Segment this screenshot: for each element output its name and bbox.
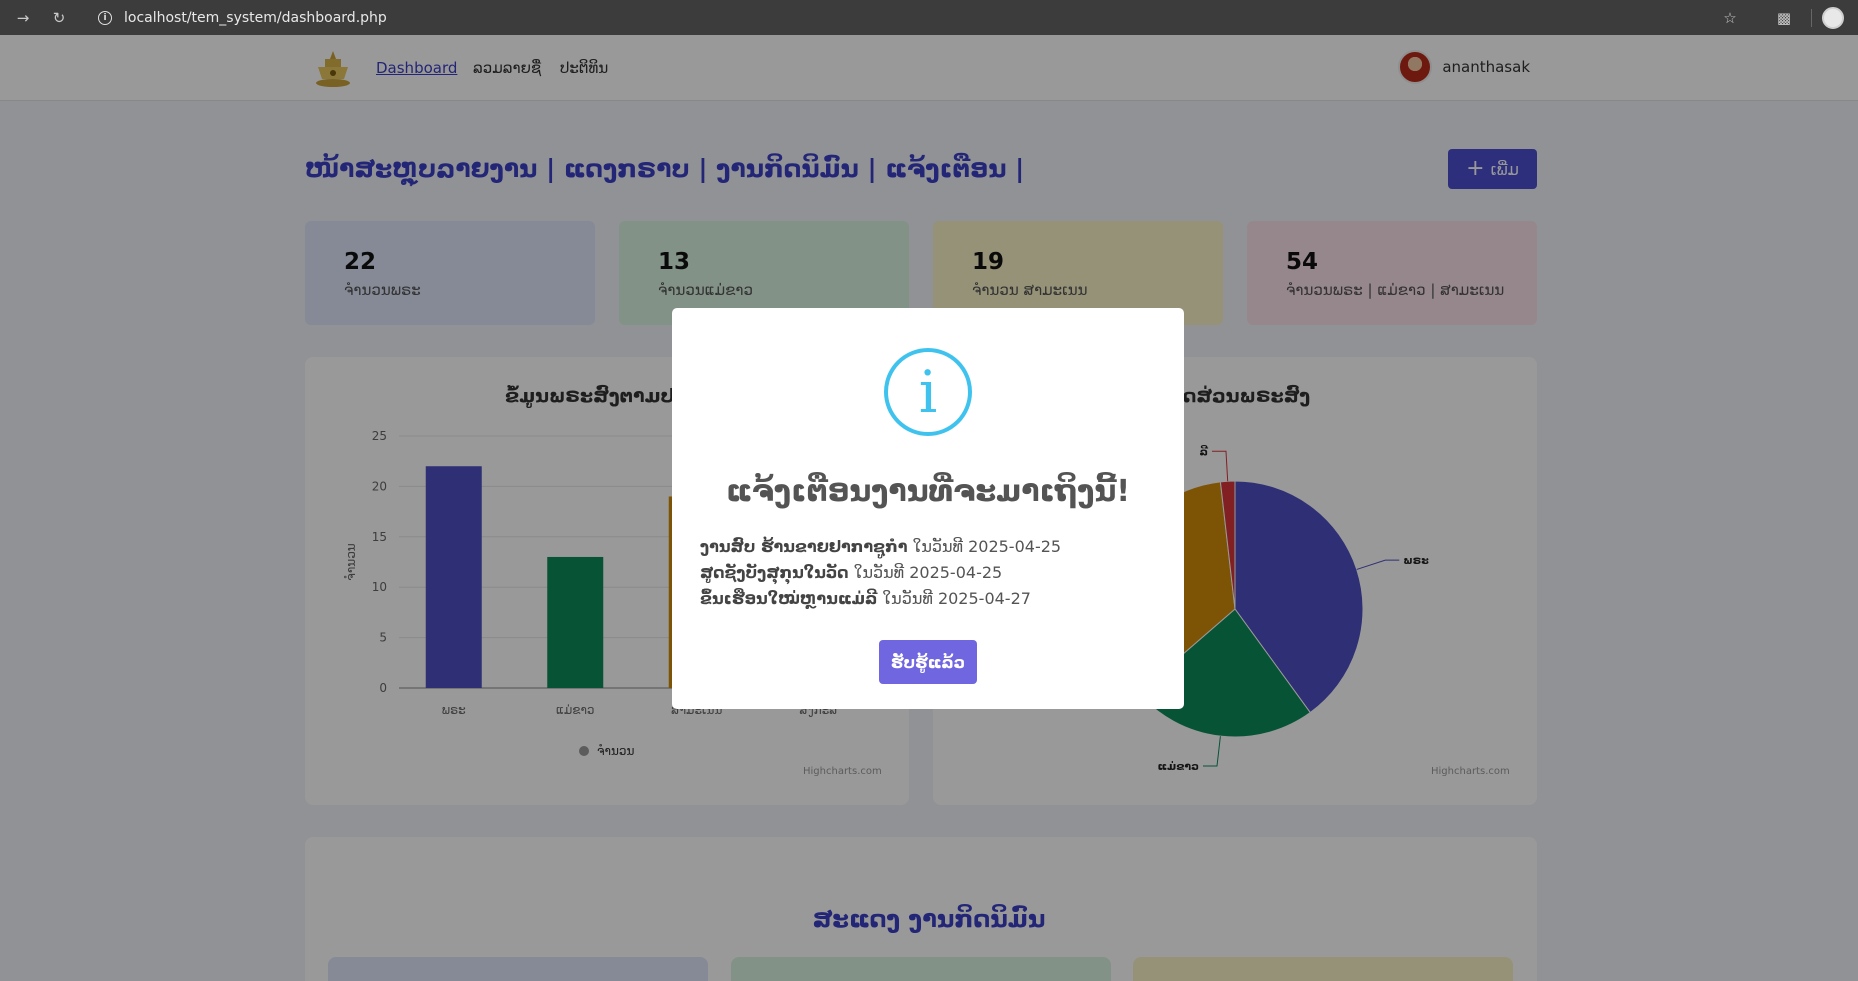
extensions-icon[interactable]: ▩ xyxy=(1771,5,1797,31)
browser-actions: ☆ ▩ xyxy=(1703,0,1858,35)
url-text: localhost/tem_system/dashboard.php xyxy=(124,9,387,26)
browser-toolbar: → ↻ i localhost/tem_system/dashboard.php… xyxy=(0,0,1858,35)
modal-title: ແຈ້ງເຕືອນງານທີ່ຈະມາເຖິງນີ້! xyxy=(725,474,1131,509)
reload-icon[interactable]: ↻ xyxy=(46,5,72,31)
alert-modal: i ແຈ້ງເຕືອນງານທີ່ຈະມາເຖິງນີ້! ງານສົບ ຮ້າ… xyxy=(672,308,1184,709)
event-name: ງານສົບ ຮ້ານຂາຍຢາກາຊູກຳ xyxy=(700,537,908,556)
event-list: ງານສົບ ຮ້ານຂາຍຢາກາຊູກຳ ໃນວັນທີ 2025-04-2… xyxy=(700,534,1061,612)
info-icon: i xyxy=(884,348,972,436)
event-name: ສູດຊັງບັງສຸກຸນໃນວັດ xyxy=(700,563,849,582)
bookmark-star-icon[interactable]: ☆ xyxy=(1717,5,1743,31)
list-item: ຂຶ້ນເຮືອນໃໝ່ຫຼານແມ່ລີ ໃນວັນທີ 2025-04-27 xyxy=(700,586,1061,612)
list-item: ງານສົບ ຮ້ານຂາຍຢາກາຊູກຳ ໃນວັນທີ 2025-04-2… xyxy=(700,534,1061,560)
event-name: ຂຶ້ນເຮືອນໃໝ່ຫຼານແມ່ລີ xyxy=(700,589,878,608)
separator xyxy=(1811,8,1812,27)
list-item: ສູດຊັງບັງສຸກຸນໃນວັດ ໃນວັນທີ 2025-04-25 xyxy=(700,560,1061,586)
acknowledge-button[interactable]: ຮັບຮູ້ແລ້ວ xyxy=(879,640,977,684)
event-date: ໃນວັນທີ 2025-04-25 xyxy=(853,563,1003,582)
event-date: ໃນວັນທີ 2025-04-27 xyxy=(882,589,1031,608)
forward-icon[interactable]: → xyxy=(10,5,36,31)
site-info-icon[interactable]: i xyxy=(98,10,112,25)
event-date: ໃນວັນທີ 2025-04-25 xyxy=(912,537,1062,556)
profile-icon[interactable] xyxy=(1822,6,1844,29)
address-bar[interactable]: i localhost/tem_system/dashboard.php xyxy=(88,3,1748,32)
